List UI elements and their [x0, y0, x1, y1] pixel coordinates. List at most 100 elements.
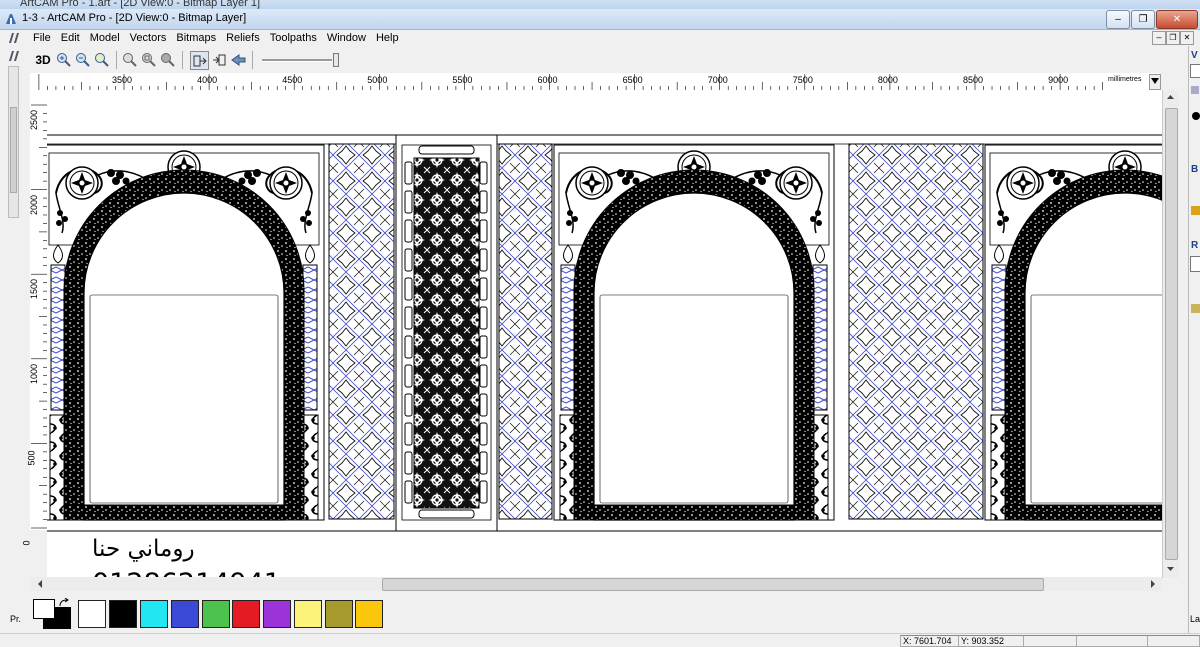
right-panel-relief-dropdown[interactable]	[1190, 256, 1200, 272]
menu-bar: File Edit Model Vectors Bitmaps Reliefs …	[0, 30, 1194, 46]
child-restore-button[interactable]: ❐	[1166, 31, 1180, 45]
arrow-left-button[interactable]	[230, 51, 247, 68]
scroll-left-button[interactable]	[34, 578, 46, 590]
pillar-slot	[479, 335, 488, 359]
zoom-all-button[interactable]	[159, 51, 176, 68]
right-panel-tool-icon[interactable]	[1191, 86, 1199, 94]
zoom-box-icon	[142, 53, 156, 67]
drawing-canvas[interactable]: روماني حنا 01286214941	[47, 90, 1162, 578]
zoom-previous-button[interactable]	[121, 51, 138, 68]
left-ruler-label: 1500	[29, 279, 40, 300]
horizontal-scroll-thumb[interactable]	[382, 578, 1044, 591]
pillar-slot	[479, 190, 488, 214]
child-close-button[interactable]: ✕	[1180, 31, 1194, 45]
toolbar-separator	[182, 51, 183, 69]
pillar-slot	[404, 335, 413, 359]
zoom-fit-icon	[95, 53, 109, 67]
left-ruler-label: 500	[26, 450, 37, 466]
scroll-up-button[interactable]	[1165, 92, 1176, 103]
palette-swatch-purple[interactable]	[263, 600, 291, 628]
zoom-box-button[interactable]	[140, 51, 157, 68]
palette-swatch-cyan[interactable]	[140, 600, 168, 628]
left-ruler: 2500 2000 1500 1000 500 0	[22, 90, 48, 546]
palette-swatch-red[interactable]	[232, 600, 260, 628]
right-docked-panel: V B R La	[1188, 46, 1200, 633]
top-ruler-label: 7000	[707, 75, 728, 85]
top-ruler-label: 4000	[197, 75, 218, 85]
close-icon: ✕	[1172, 14, 1182, 25]
pillar-end-slot	[418, 509, 475, 519]
import-icon	[193, 55, 207, 66]
document-icon[interactable]	[7, 50, 21, 62]
menu-help[interactable]: Help	[371, 30, 404, 46]
horizontal-scrollbar[interactable]	[30, 577, 1162, 591]
right-panel-label-v: V	[1191, 50, 1198, 61]
right-panel-bitmap-icon[interactable]	[1191, 206, 1200, 215]
menu-window[interactable]: Window	[322, 30, 371, 46]
menu-model[interactable]: Model	[85, 30, 125, 46]
ruler-units-dropdown[interactable]	[1149, 74, 1161, 90]
menu-bitmaps[interactable]: Bitmaps	[171, 30, 221, 46]
minimize-icon: –	[1115, 14, 1121, 25]
mdi-document-icon[interactable]	[8, 32, 22, 44]
pillar-slot	[404, 190, 413, 214]
menu-vectors[interactable]: Vectors	[125, 30, 172, 46]
view-3d-button[interactable]: 3D	[33, 51, 53, 68]
import-button[interactable]	[190, 51, 209, 70]
palette-swatch-olive[interactable]	[325, 600, 353, 628]
scroll-right-button[interactable]	[1147, 578, 1159, 590]
right-panel-relief-icon[interactable]	[1191, 304, 1200, 313]
top-ruler-label: 8000	[877, 75, 898, 85]
menu-file[interactable]: File	[28, 30, 56, 46]
brightness-slider-track[interactable]	[262, 59, 332, 62]
export-button[interactable]	[210, 51, 227, 68]
maximize-button[interactable]: ❐	[1131, 10, 1155, 29]
pillar-slot	[404, 422, 413, 446]
artcam-app-icon[interactable]	[4, 12, 18, 26]
zoom-in-button[interactable]	[55, 51, 72, 68]
palette-swatch-green[interactable]	[202, 600, 230, 628]
top-ruler-label: 5500	[452, 75, 473, 85]
right-panel-circle-icon[interactable]	[1192, 112, 1200, 120]
menu-reliefs[interactable]: Reliefs	[221, 30, 265, 46]
palette-swatch-light-yellow[interactable]	[294, 600, 322, 628]
close-button[interactable]: ✕	[1156, 10, 1198, 29]
zoom-fit-button[interactable]	[93, 51, 110, 68]
primary-color-swatch[interactable]	[33, 599, 55, 619]
scroll-right-icon	[1151, 580, 1155, 588]
top-ruler-label: 3500	[112, 75, 133, 85]
color-palette	[30, 596, 550, 630]
minimize-button[interactable]: –	[1106, 10, 1130, 29]
brightness-slider-thumb[interactable]	[333, 53, 339, 67]
palette-swatch-gold[interactable]	[355, 600, 383, 628]
menu-toolpaths[interactable]: Toolpaths	[265, 30, 322, 46]
left-panel-scroll-thumb[interactable]	[10, 107, 17, 193]
zoom-out-button[interactable]	[74, 51, 91, 68]
swap-colors-icon[interactable]	[58, 598, 70, 608]
arch-design-bitmap	[47, 134, 1162, 532]
scroll-up-icon	[1167, 95, 1174, 99]
pillar-slot	[479, 306, 488, 330]
scroll-left-icon	[38, 580, 42, 588]
view-toolbar: 3D	[30, 47, 1188, 73]
right-panel-dropdown[interactable]	[1190, 64, 1200, 78]
palette-swatch-blue[interactable]	[171, 600, 199, 628]
vertical-scrollbar[interactable]	[1162, 90, 1179, 578]
right-panel-label-b: B	[1191, 164, 1199, 175]
status-bar: X: 7601.704 Y: 903.352	[0, 633, 1200, 647]
child-minimize-button[interactable]: –	[1152, 31, 1166, 45]
pillar-slot	[404, 277, 413, 301]
pillar-end-slot	[418, 145, 475, 155]
left-strip-label: Pr.	[10, 614, 22, 624]
vertical-scroll-thumb[interactable]	[1165, 108, 1178, 560]
pillar-slot	[479, 422, 488, 446]
top-ruler-label: 8500	[963, 75, 984, 85]
scroll-down-button[interactable]	[1165, 563, 1176, 574]
palette-swatch-white[interactable]	[78, 600, 106, 628]
menu-edit[interactable]: Edit	[56, 30, 85, 46]
left-panel-scrollbar[interactable]	[8, 66, 19, 218]
window-title: 1-3 - ArtCAM Pro - [2D View:0 - Bitmap L…	[22, 12, 247, 24]
palette-swatch-black[interactable]	[109, 600, 137, 628]
zoom-previous-icon	[123, 53, 137, 67]
background-window-title: ArtCAM Pro - 1.art - [2D View:0 - Bitmap…	[0, 0, 1200, 9]
